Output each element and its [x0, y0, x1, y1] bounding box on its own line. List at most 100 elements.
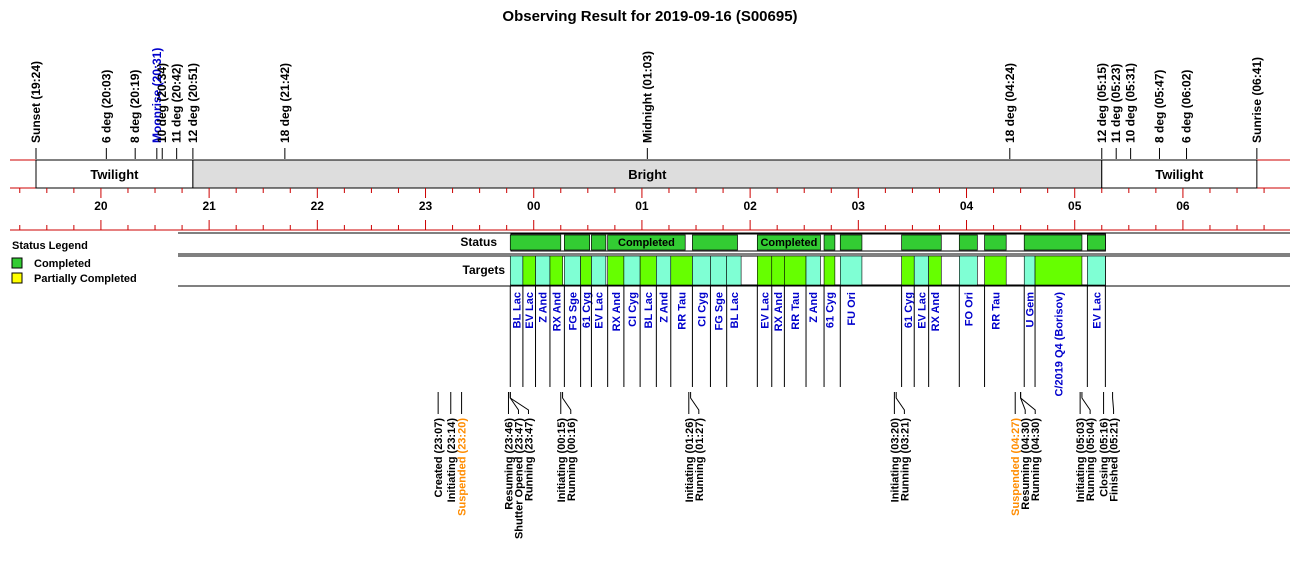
status-block — [901, 234, 942, 251]
status-block — [591, 234, 607, 251]
target-name-label: Z And — [808, 292, 820, 323]
target-name-label: RX And — [773, 292, 785, 331]
log-event-label: Suspended (23:20) — [457, 418, 469, 516]
target-block — [591, 255, 607, 286]
status-block — [958, 234, 978, 251]
sky-event-label: 6 deg (06:02) — [1180, 70, 1194, 143]
sky-event-label: 12 deg (05:15) — [1095, 63, 1109, 143]
target-name-label: RR Tau — [677, 292, 689, 330]
target-block — [710, 255, 727, 286]
target-block — [959, 255, 978, 286]
axis-hour-label: 02 — [743, 199, 757, 213]
target-block — [1023, 255, 1036, 286]
log-events-layer: Created (23:07) Initiating (23:14)Suspend… — [433, 392, 1121, 539]
target-block — [1087, 255, 1106, 286]
sky-event-label: 18 deg (21:42) — [278, 63, 292, 143]
target-name-label: CI Cyg — [627, 292, 639, 327]
axis-hour-label: 03 — [852, 199, 866, 213]
target-block — [509, 255, 524, 286]
target-name-label: RX And — [611, 292, 623, 331]
targets-row-label: Targets — [463, 263, 506, 277]
status-block — [839, 234, 863, 251]
target-name-label: EV Lac — [916, 292, 928, 329]
log-event-label: Running (00:16) — [566, 418, 578, 501]
status-block-label: Completed — [618, 237, 675, 249]
target-name-label: Z And — [659, 292, 671, 323]
status-block — [984, 234, 1007, 251]
target-name-label: EV Lac — [760, 292, 772, 329]
status-block — [1023, 234, 1083, 251]
target-block — [913, 255, 929, 286]
target-block — [726, 255, 742, 286]
target-block — [639, 255, 657, 286]
log-event-leader — [690, 392, 700, 414]
axis-hour-label: 22 — [311, 199, 325, 213]
axis-hour-label: 20 — [94, 199, 108, 213]
axis-hour-label: 00 — [527, 199, 541, 213]
sky-event-label: Sunset (19:24) — [29, 61, 43, 143]
axis-hour-label: 21 — [202, 199, 216, 213]
target-block — [670, 255, 693, 286]
target-block — [607, 255, 625, 286]
time-axis-layer: 20 21 22 23 00 01 02 03 04 05 06 — [10, 188, 1290, 231]
sky-event-label: 11 deg (05:23) — [1109, 64, 1123, 143]
target-block — [784, 255, 807, 286]
log-event-label: Finished (05:21) — [1109, 418, 1121, 502]
target-name-label: FG Sge — [567, 292, 579, 331]
target-name-label: 61 Cyg — [903, 292, 915, 328]
sky-event-label: 18 deg (04:24) — [1003, 63, 1017, 143]
target-name-label: BL Lac — [643, 292, 655, 328]
log-event-leader — [895, 392, 905, 414]
status-legend: Status Legend Completed Partially Complete… — [11, 240, 137, 285]
axis-hour-label: 06 — [1176, 199, 1190, 213]
log-event-label: Running (05:04) — [1085, 418, 1097, 501]
target-name-label: Z And — [538, 292, 550, 323]
target-name-label: FU Ori — [846, 292, 858, 326]
sky-event-label: Sunrise (06:41) — [1250, 57, 1264, 143]
axis-hour-label: 01 — [635, 199, 649, 213]
sky-event-label: 10 deg (20:34) — [155, 63, 169, 143]
chart-title: Observing Result for 2019-09-16 (S00695) — [502, 8, 797, 25]
target-block — [757, 255, 773, 286]
legend-swatch — [11, 272, 23, 284]
target-block — [580, 255, 592, 286]
target-name-label: EV Lac — [524, 292, 536, 329]
target-name-label: BL Lac — [729, 292, 741, 328]
sky-events-layer: Sunset (19:24) 6 deg (20:03) 8 deg (20:19)… — [29, 48, 1264, 159]
log-event-leader — [562, 392, 572, 414]
target-block — [805, 255, 821, 286]
axis-hour-label: 04 — [960, 199, 974, 213]
status-block — [1086, 234, 1106, 251]
log-event-label: Created (23:07) — [433, 418, 445, 498]
legend-label: Completed — [34, 258, 91, 270]
target-block — [928, 255, 942, 286]
axis-hour-label: 05 — [1068, 199, 1082, 213]
log-event-leader — [1081, 392, 1091, 414]
target-name-label: CI Cyg — [696, 292, 708, 327]
target-block — [564, 255, 581, 286]
target-block — [692, 255, 711, 286]
legend-swatch — [11, 257, 23, 269]
observing-timeline-chart: Observing Result for 2019-09-16 (S00695)… — [10, 8, 1290, 539]
legend-label: Partially Completed — [34, 273, 137, 285]
sky-event-label: 8 deg (20:19) — [128, 70, 142, 143]
target-name-label: RX And — [930, 292, 942, 331]
target-block — [984, 255, 1007, 286]
band-label: Twilight — [1155, 167, 1204, 182]
status-row-label: Status — [460, 235, 497, 249]
log-event-label: Running (03:21) — [899, 418, 911, 501]
sky-event-label: 10 deg (05:31) — [1124, 63, 1138, 143]
band-label: Bright — [628, 167, 667, 182]
status-block — [692, 234, 738, 251]
status-target-rows: StatusTargetsCompleted CompletedBL Lac EV … — [178, 232, 1290, 397]
target-name-label: BL Lac — [512, 292, 524, 328]
legend-title: Status Legend — [12, 240, 88, 252]
status-block — [509, 234, 562, 251]
status-block-label: Completed — [760, 237, 817, 249]
log-event-label: Running (04:30) — [1030, 418, 1042, 501]
target-name-label: C/2019 Q4 (Borisov) — [1053, 292, 1065, 397]
status-block — [823, 234, 836, 251]
sky-event-label: 11 deg (20:42) — [170, 64, 184, 143]
target-block — [1034, 255, 1083, 286]
sky-event-label: 8 deg (05:47) — [1152, 70, 1166, 143]
